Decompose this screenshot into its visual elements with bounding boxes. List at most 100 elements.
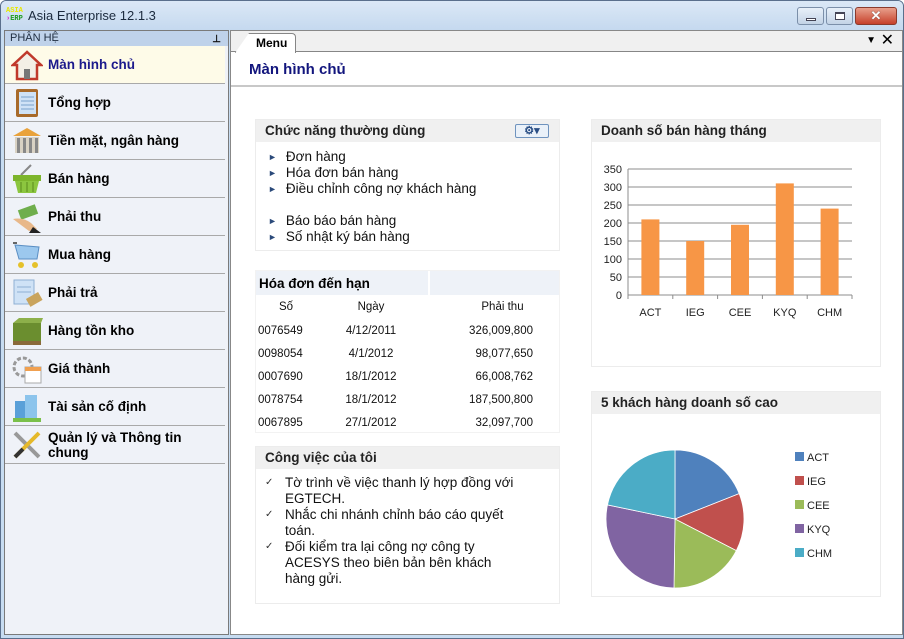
sidebar-item[interactable]: Tài sản cố định <box>5 388 225 426</box>
table-row[interactable]: 0007690 18/1/2012 66,008,762 <box>256 365 559 388</box>
sidebar-item[interactable]: Mua hàng <box>5 236 225 274</box>
tab-menu[interactable]: Menu <box>235 33 297 53</box>
invoice-receivable: 326,009,800 <box>469 324 533 337</box>
check-icon: ✓ <box>265 541 274 552</box>
monthly-sales-panel: Doanh số bán hàng tháng 0 50 100 150 200 250 3… <box>591 119 881 367</box>
logo-line-1: ASIA <box>6 7 23 15</box>
pie-slice <box>605 504 676 589</box>
sidebar-item-label: Bán hàng <box>48 171 110 186</box>
legend-label: ACT <box>807 452 829 464</box>
tab-dropdown-icon[interactable]: ▼ <box>866 35 876 46</box>
y-tick-label: 100 <box>604 254 622 266</box>
task-item[interactable]: ✓ Tờ trình về việc thanh lý hợp đồng với … <box>265 475 559 507</box>
y-tick-label: 0 <box>616 290 622 302</box>
y-tick-label: 50 <box>610 272 622 284</box>
logo-line-2-text: ERP <box>10 15 23 23</box>
main-area: Menu ▼ ✕ Màn hình chủ Chức năng thường d… <box>230 30 903 635</box>
due-invoices-title: Hóa đơn đến hạn <box>256 271 428 295</box>
monthly-sales-header: Doanh số bán hàng tháng <box>592 120 880 142</box>
task-item-label: Đối kiểm tra lại công nợ công ty ACESYS … <box>285 539 492 586</box>
invoice-date: 4/12/2011 <box>345 324 397 337</box>
maximize-button[interactable] <box>826 7 853 25</box>
y-tick-label: 200 <box>604 218 622 230</box>
invoice-number: 0007690 <box>258 370 303 383</box>
legend-swatch <box>795 524 804 533</box>
bar <box>775 183 794 295</box>
invoice-date: 27/1/2012 <box>345 416 397 429</box>
invoice-receivable: 66,008,762 <box>475 370 533 383</box>
maximize-icon <box>834 12 845 20</box>
due-invoices-panel: Hóa đơn đến hạn Số Ngày Phải thu 0076549… <box>255 270 560 433</box>
triangle-bullet-icon: ► <box>268 168 277 178</box>
favorite-link-label: Báo báo bán hàng <box>285 213 397 228</box>
legend-label: KYQ <box>807 524 831 536</box>
favorite-link[interactable]: ► Đơn hàng <box>268 149 559 165</box>
sidebar-item[interactable]: Tổng hợp <box>5 84 225 122</box>
favorites-list: ► Đơn hàng ► Hóa đơn bán hàng ► Điều chỉnh cô… <box>256 142 559 245</box>
sidebar-header: PHÂN HỆ ⊥ <box>5 31 228 46</box>
favorite-link[interactable]: ► Điều chỉnh công nợ khách hàng <box>268 181 559 197</box>
sidebar-item[interactable]: Phải thu <box>5 198 225 236</box>
bar <box>686 241 705 295</box>
close-button[interactable]: ✕ <box>855 7 897 25</box>
buildings-icon <box>11 391 43 423</box>
triangle-bullet-icon: ► <box>268 184 277 194</box>
invoice-date: 18/1/2012 <box>345 370 397 383</box>
sidebar-item[interactable]: Hàng tồn kho <box>5 312 225 350</box>
sidebar-item[interactable]: Bán hàng <box>5 160 225 198</box>
invoice-receivable: 98,077,650 <box>475 347 533 360</box>
home-icon <box>9 49 45 81</box>
favorite-link[interactable]: ► Số nhật ký bán hàng <box>268 229 559 245</box>
bank-icon <box>11 125 43 157</box>
invoice-date: 18/1/2012 <box>345 393 397 406</box>
title-bar[interactable]: ASIA ›ERP Asia Enterprise 12.1.3 ✕ <box>1 1 903 30</box>
legend-label: IEG <box>807 476 826 488</box>
due-invoices-header: Hóa đơn đến hạn <box>256 271 559 295</box>
sidebar-item[interactable]: Tiền mặt, ngân hàng <box>5 122 225 160</box>
pin-icon[interactable]: ⊥ <box>212 32 221 47</box>
sidebar-item-label: Tiền mặt, ngân hàng <box>48 133 180 148</box>
column-header-date: Ngày <box>357 301 385 313</box>
tab-close-icon[interactable]: ✕ <box>881 32 894 50</box>
task-item[interactable]: ✓ Nhắc chi nhánh chỉnh báo cáo quyết toán… <box>265 507 559 539</box>
gear-calendar-icon <box>11 353 43 385</box>
my-tasks-panel: Công việc của tôi ✓ Tờ trình về việc than… <box>255 446 560 604</box>
x-tick-label: IEG <box>686 307 705 319</box>
pie-chart-title: 5 khách hàng doanh số cao <box>601 395 779 410</box>
pie-chart: ACT IEG CEE KYQ CHM <box>605 449 832 589</box>
task-item[interactable]: ✓ Đối kiểm tra lại công nợ công ty ACESYS… <box>265 539 559 587</box>
table-row[interactable]: 0078754 18/1/2012 187,500,800 <box>256 388 559 411</box>
table-row[interactable]: 0076549 4/12/2011 326,009,800 <box>256 319 559 342</box>
favorite-link[interactable]: ► Báo báo bán hàng <box>268 213 559 229</box>
due-invoices-body: 0076549 4/12/2011 326,009,800 0098054 4/1/20… <box>256 319 559 434</box>
sidebar-item[interactable]: Màn hình chủ <box>5 46 225 84</box>
sidebar-item-label: Quản lý và Thông tin chung <box>48 429 182 460</box>
sidebar-item[interactable]: Phải trả <box>5 274 225 312</box>
invoice-number: 0076549 <box>258 324 303 337</box>
sidebar-item[interactable]: Quản lý và Thông tin chung <box>5 426 225 464</box>
tools-icon <box>11 429 43 461</box>
window-controls: ✕ <box>797 7 897 25</box>
invoice-receivable: 32,097,700 <box>475 416 533 429</box>
settings-dropdown-button[interactable]: ⚙▾ <box>515 124 549 138</box>
top-customers-panel: 5 khách hàng doanh số cao ACT IEG CEE KYQ CH… <box>591 391 881 597</box>
table-row[interactable]: 0067895 27/1/2012 32,097,700 <box>256 411 559 434</box>
legend-swatch <box>795 500 804 509</box>
table-row[interactable]: 0098054 4/1/2012 98,077,650 <box>256 342 559 365</box>
triangle-bullet-icon: ► <box>268 216 277 226</box>
table-header-row: Số Ngày Phải thu <box>256 295 559 319</box>
sidebar-nav: Màn hình chủ Tổng hợp Tiền mặt, ngân hàng B… <box>5 46 228 464</box>
x-tick-label: CEE <box>729 307 752 319</box>
invoice-number: 0078754 <box>258 393 303 406</box>
sidebar-item[interactable]: Giá thành <box>5 350 225 388</box>
favorite-link[interactable]: ► Hóa đơn bán hàng <box>268 165 559 181</box>
cart-icon <box>11 239 43 271</box>
my-tasks-title: Công việc của tôi <box>265 450 377 465</box>
minimize-button[interactable] <box>797 7 824 25</box>
favorites-panel-header: Chức năng thường dùng ⚙▾ <box>256 120 559 142</box>
page-title: Màn hình chủ <box>231 52 902 87</box>
task-item-label: Nhắc chi nhánh chỉnh báo cáo quyết toán. <box>285 507 504 538</box>
sidebar-item-label: Giá thành <box>48 361 111 376</box>
invoice-number: 0098054 <box>258 347 303 360</box>
bar-chart: 0 50 100 150 200 250 300 350 ACT IEG CEE KYQ CHM <box>604 164 853 319</box>
